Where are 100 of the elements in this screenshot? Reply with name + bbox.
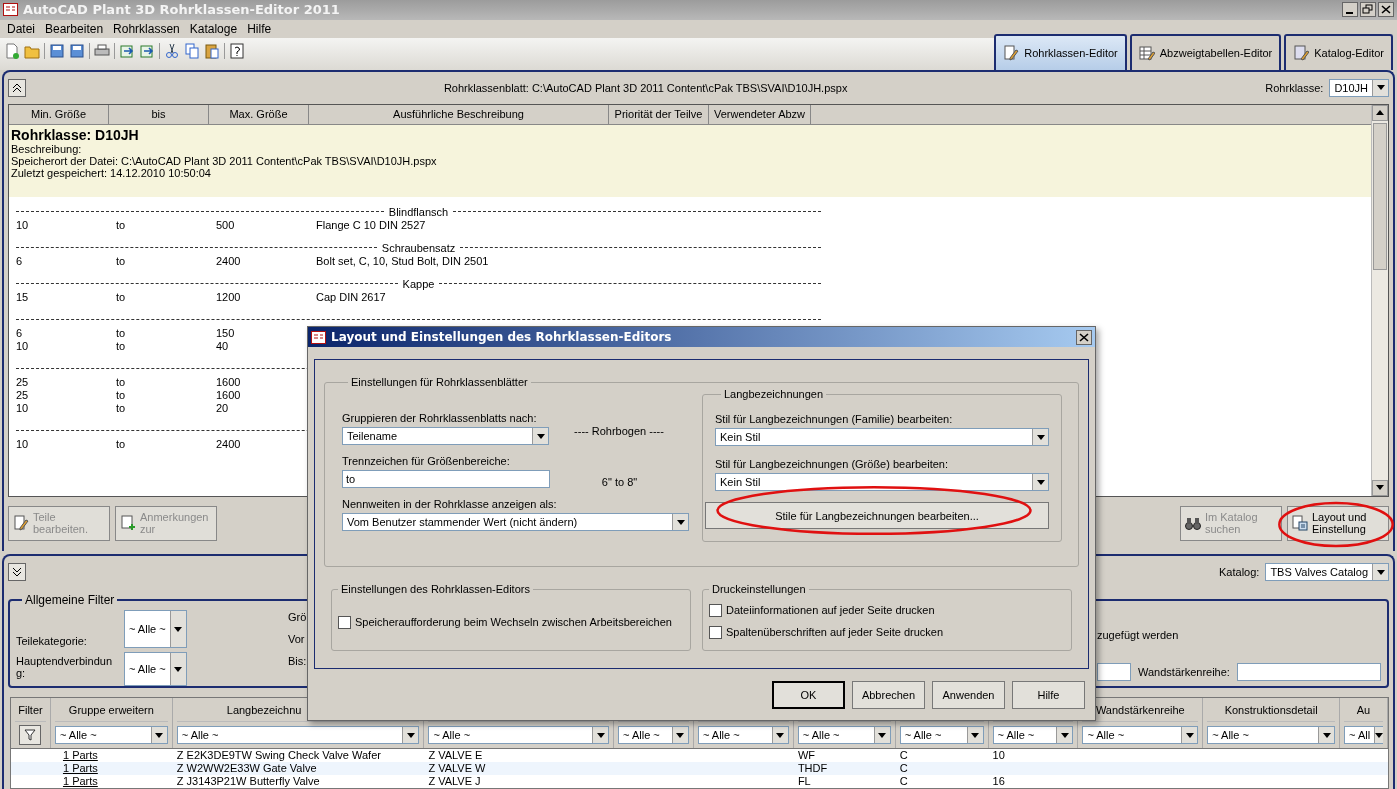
table-cell: WF xyxy=(797,749,815,761)
column-header[interactable]: Konstruktionsdetail xyxy=(1224,703,1318,716)
sheet-cell-text: 6 xyxy=(16,326,24,340)
field-label: Nennweiten in der Rohrklasse anzeigen als: xyxy=(342,498,558,510)
sheet-cell-text: Flange C 10 DIN 2527 xyxy=(316,218,427,232)
dropdown[interactable]: ~ Alle ~ xyxy=(992,726,1074,744)
input-field[interactable]: to xyxy=(342,470,550,488)
sheet-cell-text: to xyxy=(116,218,127,232)
table-cell: C xyxy=(899,749,908,761)
column-header[interactable]: Au xyxy=(1356,703,1371,716)
dropdown[interactable]: ~ Alle ~ xyxy=(124,610,187,648)
dropdown[interactable]: D10JH xyxy=(1329,78,1389,97)
sheet-cell-text: 20 xyxy=(216,401,230,415)
menu-item[interactable]: Kataloge xyxy=(184,21,243,36)
group-title: Einstellungen des Rohrklassen-Editors xyxy=(340,583,531,595)
menu-item[interactable]: Hilfe xyxy=(242,21,277,36)
column-header[interactable]: Filter xyxy=(18,703,43,716)
menu-item[interactable]: Rohrklassen xyxy=(108,21,185,36)
group-heading: Kappe xyxy=(401,277,436,290)
editor-tab[interactable]: Rohrklassen-Editor xyxy=(994,33,1127,70)
sheet-cell-text: 10 xyxy=(16,401,30,415)
column-header[interactable]: Langbezeichnu xyxy=(226,703,302,716)
sheet-cell-text: 1200 xyxy=(216,290,242,304)
field-label: Trennzeichen für Größenbereiche: xyxy=(342,455,511,467)
sheet-cell-text: to xyxy=(116,375,127,389)
table-cell: C xyxy=(899,762,908,774)
toolbar-button[interactable]: Layout und Einstellung xyxy=(1287,505,1389,541)
dialog-button[interactable]: OK xyxy=(772,681,845,709)
parts-link[interactable]: 1 Parts xyxy=(54,775,98,787)
class-title: Rohrklasse: D10JH xyxy=(11,126,140,143)
dialog-button[interactable]: Hilfe xyxy=(1012,681,1085,709)
sheet-cell-text: 6 xyxy=(16,254,24,268)
dialog-title: Layout und Einstellungen des Rohrklassen-Editors xyxy=(331,330,672,344)
field-label: Hauptendverbindung: xyxy=(16,654,114,681)
edit-styles-button[interactable]: Stile für Langbezeichnungen bearbeiten... xyxy=(705,502,1049,529)
dropdown[interactable]: Kein Stil xyxy=(715,428,1049,446)
column-header[interactable]: Priorität der Teilve xyxy=(609,104,709,124)
sheet-cell-text: 25 xyxy=(16,388,30,402)
column-header[interactable]: bis xyxy=(109,104,209,124)
column-header[interactable]: Wandstärkenreihe xyxy=(1095,703,1185,716)
group-title: Allgemeine Filter xyxy=(24,593,116,607)
catalog-label: Katalog: xyxy=(1219,566,1260,578)
dropdown[interactable]: ~ Alle ~ xyxy=(1207,726,1335,744)
window-title: AutoCAD Plant 3D Rohrklassen-Editor 2011 xyxy=(23,2,340,18)
sheet-cell-text: to xyxy=(116,339,127,353)
dropdown[interactable]: Teilename xyxy=(342,427,549,445)
dropdown[interactable]: ~ Alle ~ xyxy=(124,652,187,686)
table-cell: Z VALVE W xyxy=(428,762,486,774)
field-label: Wandstärkenreihe: xyxy=(1138,666,1230,678)
info-line: Beschreibung: xyxy=(11,142,83,155)
table-cell: 10 xyxy=(992,749,1005,761)
table-cell: Z VALVE J xyxy=(428,775,481,787)
sheet-cell-text: to xyxy=(116,254,127,268)
parts-link[interactable]: 1 Parts xyxy=(54,762,98,774)
dropdown[interactable]: ~ Alle ~ xyxy=(1082,726,1199,744)
sheet-cell-text: Bolt set, C, 10, Stud Bolt, DIN 2501 xyxy=(316,254,490,268)
dialog-button[interactable]: Abbrechen xyxy=(852,681,925,709)
group-title: Langbezeichnungen xyxy=(723,388,825,400)
column-header[interactable]: Gruppe erweitern xyxy=(68,703,154,716)
sheet-cell-text: 40 xyxy=(216,339,230,353)
dropdown[interactable]: ~ Alle ~ xyxy=(899,726,984,744)
menu-item[interactable]: Datei xyxy=(2,21,40,36)
group-heading: Blindflansch xyxy=(387,205,450,218)
dropdown[interactable]: TBS Valves Catalog xyxy=(1265,563,1389,581)
dropdown[interactable]: ~ Alle ~ xyxy=(797,726,891,744)
field-label: Grö xyxy=(288,611,307,623)
sheet-cell-text: 10 xyxy=(16,339,30,353)
editor-tab[interactable]: Abzweigtabellen-Editor xyxy=(1129,33,1282,70)
menu-item[interactable]: Bearbeiten xyxy=(40,21,109,36)
sheet-cell-text: 2400 xyxy=(216,437,242,451)
sheet-path: Rohrklassenblatt: C:\AutoCAD Plant 3D 2011 Content\cPak TBS\SVAI\D10JH.pspx xyxy=(442,81,849,94)
checkbox-label: Spaltenüberschriften auf jeder Seite drucken xyxy=(726,626,944,638)
dialog-button[interactable]: Anwenden xyxy=(932,681,1005,709)
field-label: Vor xyxy=(288,633,305,645)
column-header[interactable]: Min. Größe xyxy=(9,104,109,124)
sheet-cell-text: Cap DIN 2617 xyxy=(316,290,387,304)
sheet-cell-text: 150 xyxy=(216,326,236,340)
dropdown[interactable]: ~ Alle ~ xyxy=(428,726,610,744)
table-cell: FL xyxy=(797,775,811,787)
field-label: Stil für Langbezeichnungen (Familie) bearbeiten: xyxy=(715,413,954,425)
checkbox-label: Dateiinformationen auf jeder Seite drucken xyxy=(726,604,935,616)
editor-tab[interactable]: Katalog-Editor xyxy=(1284,33,1393,70)
dropdown[interactable]: ~ Alle ~ xyxy=(54,726,168,744)
column-header[interactable]: Verwendeter Abzw xyxy=(709,104,811,124)
sheet-cell-text: 25 xyxy=(16,375,30,389)
sheet-cell-text: to xyxy=(116,388,127,402)
dropdown[interactable]: ~ Alle ~ xyxy=(176,726,420,744)
sheet-cell-text: 1600 xyxy=(216,375,242,389)
group-heading: Schraubensatz xyxy=(380,241,457,254)
dropdown[interactable]: Kein Stil xyxy=(715,473,1049,491)
column-header[interactable]: Ausführliche Beschreibung xyxy=(309,104,609,124)
dropdown[interactable]: ~ All xyxy=(1344,726,1383,744)
table-cell: 16 xyxy=(992,775,1005,787)
parts-link[interactable]: 1 Parts xyxy=(54,749,98,761)
dropdown[interactable]: ~ Alle ~ xyxy=(618,726,689,744)
dropdown[interactable]: ~ Alle ~ xyxy=(697,726,789,744)
dropdown[interactable]: Vom Benutzer stammender Wert (nicht ändern) xyxy=(342,513,689,531)
sheet-cell-text: to xyxy=(116,401,127,415)
field-label: Stil für Langbezeichnungen (Größe) bearbeiten: xyxy=(715,458,949,470)
column-header[interactable]: Max. Größe xyxy=(209,104,309,124)
